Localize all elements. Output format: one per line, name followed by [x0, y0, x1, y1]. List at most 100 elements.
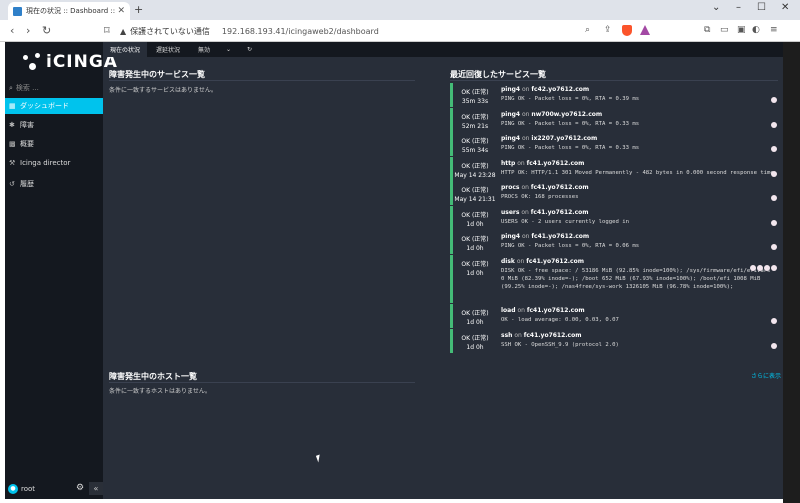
extensions-icon[interactable]: ⧉	[704, 25, 710, 35]
plugin-output: PROCS OK: 168 processes	[501, 194, 579, 200]
maximize-button[interactable]: ☐	[757, 2, 766, 13]
state-badge: OK (正常) May 14 23:28	[453, 161, 497, 179]
sidebar-icon[interactable]: ▭	[720, 25, 729, 35]
search-icon: ⌕	[9, 83, 13, 92]
service-info: ping4 on nw700w.yo7612.com PING OK - Pack…	[501, 111, 776, 128]
browser-tab[interactable]: 現在の状況 :: Dashboard :: Icin ✕	[8, 2, 130, 20]
host-name[interactable]: fc41.yo7612.com	[524, 332, 582, 339]
sidebar-item-overview[interactable]: ▩ 概要	[5, 136, 103, 152]
host-problems-title[interactable]: 障害発生中のホスト一覧	[109, 371, 197, 382]
gear-icon[interactable]: ⚙	[76, 483, 84, 493]
share-icon[interactable]: ⇪	[604, 25, 612, 35]
service-name[interactable]: disk	[501, 258, 515, 265]
refresh-icon[interactable]: ↻	[240, 42, 259, 57]
problems-icon: ✱	[9, 121, 15, 129]
host-name[interactable]: fc41.yo7612.com	[527, 160, 585, 167]
service-name[interactable]: procs	[501, 184, 520, 191]
service-row[interactable]: OK (正常) 1d 0h ssh on fc41.yo7612.com SSH OK…	[450, 329, 778, 353]
host-name[interactable]: nw700w.yo7612.com	[531, 111, 602, 118]
service-row[interactable]: OK (正常) 35m 33s ping4 on fc42.yo7612.com PI…	[450, 83, 778, 107]
bookmark-icon[interactable]: ⌑	[104, 24, 110, 37]
service-info: ssh on fc41.yo7612.com SSH OK - OpenSSH_9…	[501, 332, 776, 349]
service-row[interactable]: OK (正常) 1d 0h disk on fc41.yo7612.com DISK …	[450, 255, 778, 303]
state-badge: OK (正常) 1d 0h	[453, 210, 497, 228]
sidebar-item-dashboard[interactable]: ▦ ダッシュボード	[5, 98, 103, 114]
menu-icon[interactable]: ≡	[770, 25, 778, 35]
tab-current-status[interactable]: 現在の状況	[103, 42, 148, 57]
host-name[interactable]: fc41.yo7612.com	[531, 184, 589, 191]
brave-shield-icon[interactable]	[622, 25, 632, 36]
brave-rewards-icon[interactable]	[640, 25, 650, 35]
on-label: on	[522, 86, 530, 93]
service-row[interactable]: OK (正常) 55m 34s ping4 on ix2207.yo7612.com…	[450, 132, 778, 156]
sidebar-item-director[interactable]: ⚒ Icinga director	[5, 155, 103, 171]
reload-icon[interactable]: ↻	[42, 24, 51, 37]
perfdata-icon	[771, 318, 777, 324]
forward-icon[interactable]: ›	[26, 24, 30, 37]
minimize-button[interactable]: –	[736, 2, 741, 13]
perfdata-icon	[771, 265, 777, 271]
plugin-output: PING OK - Packet loss = 0%, RTA = 0.33 m…	[501, 121, 640, 127]
service-title: procs on fc41.yo7612.com	[501, 184, 776, 191]
service-name[interactable]: users	[501, 209, 519, 216]
plugin-output: PING OK - Packet loss = 0%, RTA = 0.33 m…	[501, 145, 640, 151]
service-name[interactable]: http	[501, 160, 515, 167]
service-name[interactable]: ping4	[501, 86, 520, 93]
back-icon[interactable]: ‹	[10, 24, 14, 37]
perfdata-icon	[771, 97, 777, 103]
close-tab-icon[interactable]: ✕	[117, 6, 125, 16]
perfdata-icon	[764, 265, 770, 271]
sidebar-item-label: Icinga director	[20, 159, 71, 167]
sidebar-item-label: ダッシュボード	[20, 102, 69, 110]
sidebar-item-problems[interactable]: ✱ 障害	[5, 117, 103, 133]
show-more-link[interactable]: さらに表示	[751, 371, 781, 380]
new-tab-button[interactable]: +	[134, 3, 143, 16]
service-problems-title[interactable]: 障害発生中のサービス一覧	[109, 69, 205, 80]
service-row[interactable]: OK (正常) 1d 0h ping4 on fc41.yo7612.com PING…	[450, 230, 778, 254]
vpn-icon[interactable]: ◐	[752, 25, 760, 35]
wallet-icon[interactable]: ▣	[737, 25, 746, 35]
collapse-sidebar-button[interactable]: «	[89, 482, 103, 495]
host-name[interactable]: fc41.yo7612.com	[527, 307, 585, 314]
tab-overdue[interactable]: 遅延状況	[149, 42, 187, 57]
service-name[interactable]: load	[501, 307, 516, 314]
chevron-down-icon[interactable]: ⌄	[219, 42, 238, 57]
service-row[interactable]: OK (正常) 52m 21s ping4 on nw700w.yo7612.com…	[450, 108, 778, 132]
state-label: OK (正常)	[461, 335, 489, 342]
service-name[interactable]: ping4	[501, 233, 520, 240]
state-badge: OK (正常) 1d 0h	[453, 234, 497, 252]
host-name[interactable]: fc42.yo7612.com	[531, 86, 589, 93]
close-window-button[interactable]: ✕	[781, 2, 789, 13]
sidebar-item-history[interactable]: ↺ 履歴	[5, 176, 103, 192]
host-problems-empty: 条件に一致するホストはありません。	[109, 388, 211, 395]
host-name[interactable]: fc41.yo7612.com	[526, 258, 584, 265]
state-label: OK (正常)	[461, 163, 489, 170]
host-name[interactable]: fc41.yo7612.com	[531, 233, 589, 240]
service-row[interactable]: OK (正常) May 14 21:31 procs on fc41.yo7612.…	[450, 181, 778, 205]
service-row[interactable]: OK (正常) 1d 0h users on fc41.yo7612.com USER…	[450, 206, 778, 230]
service-row[interactable]: OK (正常) May 14 23:28 http on fc41.yo7612.c…	[450, 157, 778, 181]
plugin-output: OK - load average: 0.00, 0.03, 0.07	[501, 317, 619, 323]
service-title: users on fc41.yo7612.com	[501, 209, 776, 216]
state-badge: OK (正常) 55m 34s	[453, 136, 497, 154]
warning-icon: ▲	[120, 26, 127, 36]
overview-icon: ▩	[9, 140, 16, 148]
service-row[interactable]: OK (正常) 1d 0h load on fc41.yo7612.com OK - …	[450, 304, 778, 328]
divider	[450, 80, 778, 81]
service-name[interactable]: ping4	[501, 135, 520, 142]
host-name[interactable]: fc41.yo7612.com	[531, 209, 589, 216]
zoom-icon[interactable]: ⌕	[585, 25, 590, 35]
recovered-services-title[interactable]: 最近回復したサービス一覧	[450, 69, 546, 80]
service-name[interactable]: ssh	[501, 332, 512, 339]
url-field[interactable]: ▲ 保護されていない通信 192.168.193.41/icingaweb2/d…	[120, 23, 660, 39]
plugin-output: SSH OK - OpenSSH_9.9 (protocol 2.0)	[501, 342, 619, 348]
host-name[interactable]: ix2207.yo7612.com	[531, 135, 597, 142]
search-input[interactable]: ⌕ 検索 ...	[9, 81, 99, 95]
service-name[interactable]: ping4	[501, 111, 520, 118]
state-badge: OK (正常) 1d 0h	[453, 259, 497, 277]
tab-search-icon[interactable]: ⌄	[712, 2, 720, 13]
tab-disabled[interactable]: 無効	[191, 42, 217, 57]
divider	[109, 382, 415, 383]
sidebar-item-label: 障害	[20, 121, 34, 129]
history-icon: ↺	[9, 180, 15, 188]
